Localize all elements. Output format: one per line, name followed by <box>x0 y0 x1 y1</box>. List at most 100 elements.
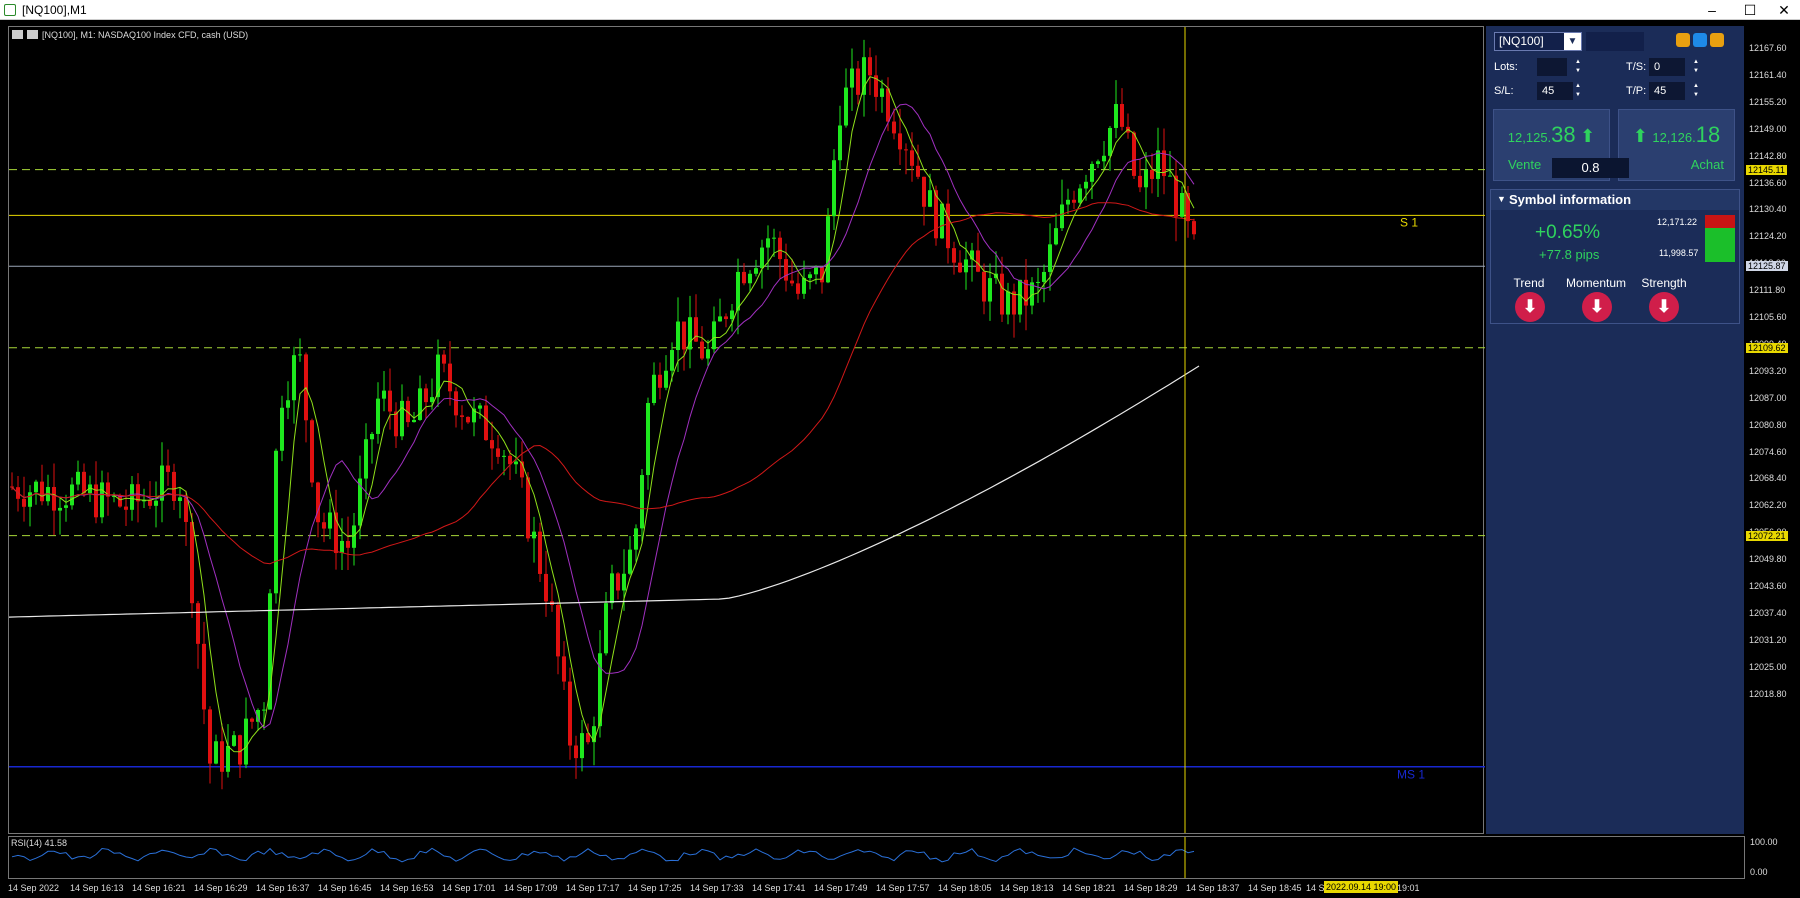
candle-body <box>880 88 884 97</box>
copy-icon[interactable] <box>1676 33 1690 47</box>
candle-body <box>136 484 140 502</box>
candle-body <box>946 203 950 249</box>
price-tick: 12068.40 <box>1749 473 1787 484</box>
lots-label: Lots: <box>1494 61 1518 73</box>
sl-input[interactable]: 45 <box>1537 82 1573 100</box>
candle-body <box>22 498 26 507</box>
tp-spinner[interactable]: ▲ ▼ <box>1691 82 1701 100</box>
candle-body <box>196 603 200 644</box>
s1-label: S 1 <box>1400 215 1418 229</box>
settings-icon[interactable] <box>1693 33 1707 47</box>
range-bar-green <box>1705 228 1735 262</box>
candle-body <box>244 718 248 765</box>
candle-body <box>58 507 62 511</box>
candle-body <box>454 391 458 416</box>
candle-body <box>118 495 122 507</box>
candle-body <box>1180 193 1184 217</box>
candle-body <box>514 461 518 465</box>
time-tick: 14 Sep 18:13 <box>1000 883 1054 893</box>
time-tick: 14 S <box>1306 883 1325 893</box>
price-tick: 12025.00 <box>1749 661 1787 672</box>
candle-body <box>544 573 548 602</box>
time-tick: 14 Sep 17:41 <box>752 883 806 893</box>
spread-value: 0.8 <box>1552 158 1629 178</box>
candle-body <box>502 455 506 457</box>
sl-spinner[interactable]: ▲ ▼ <box>1573 82 1583 100</box>
candle-body <box>448 363 452 392</box>
chevron-down-icon[interactable]: ▼ <box>1564 33 1581 50</box>
ts-spinner[interactable]: ▲ ▼ <box>1691 58 1701 76</box>
price-level-tag: 12109.62 <box>1746 342 1788 353</box>
collapse-triangle-icon[interactable]: ▼ <box>1497 194 1506 204</box>
price-tick: 12142.80 <box>1749 150 1787 161</box>
day-high: 12,171.22 <box>1657 217 1698 227</box>
candle-body <box>82 471 86 494</box>
chart-menu-icon[interactable] <box>12 30 23 39</box>
rsi-axis-bottom: 0.00 <box>1750 867 1768 877</box>
candle-body <box>220 741 224 772</box>
candle-body <box>832 160 836 217</box>
tp-input[interactable]: 45 <box>1649 82 1685 100</box>
candle-body <box>1120 104 1124 127</box>
candle-body <box>610 573 614 604</box>
candle-body <box>124 506 128 510</box>
candle-body <box>580 733 584 759</box>
time-cursor-label: 2022.09.14 19:00 <box>1324 881 1399 893</box>
buy-button[interactable]: ⬆ 12,126.18 Achat <box>1618 109 1735 181</box>
price-axis: 12167.60 12161.40 12155.20 12149.00 12142.80… <box>1745 27 1800 835</box>
maximize-button[interactable]: ☐ <box>1735 1 1765 19</box>
symbol-info-section: ▼ Symbol information +0.65% +77.8 pips 1… <box>1490 189 1740 324</box>
candle-body <box>364 439 368 479</box>
buy-label: Achat <box>1690 157 1724 172</box>
candle-body <box>292 355 296 401</box>
symbol-select[interactable]: [NQ100] ▼ <box>1494 32 1582 51</box>
price-chart[interactable]: S 1 MS 1 <box>9 27 1485 833</box>
candle-body <box>70 484 74 506</box>
time-tick: 14 Sep 17:33 <box>690 883 744 893</box>
candle-body <box>886 88 890 122</box>
candle-body <box>1096 161 1100 164</box>
time-tick: 14 Sep 18:05 <box>938 883 992 893</box>
moving-average-fast <box>11 76 1195 753</box>
candle-body <box>202 643 206 710</box>
candle-body <box>274 450 278 594</box>
candle-body <box>400 400 404 437</box>
ts-label: T/S: <box>1626 61 1647 73</box>
close-button[interactable]: ✕ <box>1769 1 1799 19</box>
symbol-info-header[interactable]: ▼ Symbol information <box>1491 190 1739 210</box>
lots-input[interactable] <box>1537 58 1567 76</box>
candle-body <box>100 482 104 518</box>
candle-body <box>658 374 662 388</box>
candle-body <box>226 745 230 772</box>
candle-body <box>394 411 398 437</box>
symbol-search-field[interactable] <box>1586 32 1644 51</box>
candle-body <box>178 497 182 501</box>
ts-input[interactable]: 0 <box>1649 58 1685 76</box>
price-level-tag: 12072.21 <box>1746 530 1788 541</box>
chart-symbol-description: [NQ100], M1: NASDAQ100 Index CFD, cash (… <box>42 30 249 40</box>
minimize-button[interactable]: – <box>1697 1 1727 19</box>
candle-body <box>388 390 392 412</box>
expand-icon[interactable] <box>1710 33 1724 47</box>
time-axis: 14 Sep 2022 14 Sep 16:13 14 Sep 16:21 14 Se… <box>0 880 1800 898</box>
candle-body <box>730 310 734 320</box>
candle-body <box>868 57 872 76</box>
rsi-label: RSI(14) 41.58 <box>11 838 68 848</box>
candle-body <box>1018 279 1022 315</box>
lots-spinner[interactable]: ▲ ▼ <box>1573 58 1583 76</box>
price-tick: 12111.80 <box>1749 285 1786 296</box>
rsi-chart[interactable] <box>9 837 1485 878</box>
candle-body <box>1102 155 1106 162</box>
candle-body <box>862 57 866 95</box>
tp-label: T/P: <box>1626 85 1647 97</box>
time-tick: 14 Sep 17:49 <box>814 883 868 893</box>
candle-body <box>166 465 170 472</box>
candle-body <box>1090 163 1094 182</box>
candle-body <box>496 448 500 457</box>
time-tick: 14 Sep 17:17 <box>566 883 620 893</box>
chart-type-icon[interactable] <box>27 30 38 39</box>
range-bar-red <box>1705 215 1735 228</box>
candle-body <box>622 573 626 591</box>
candle-body <box>1078 188 1082 203</box>
candle-body <box>784 259 788 281</box>
